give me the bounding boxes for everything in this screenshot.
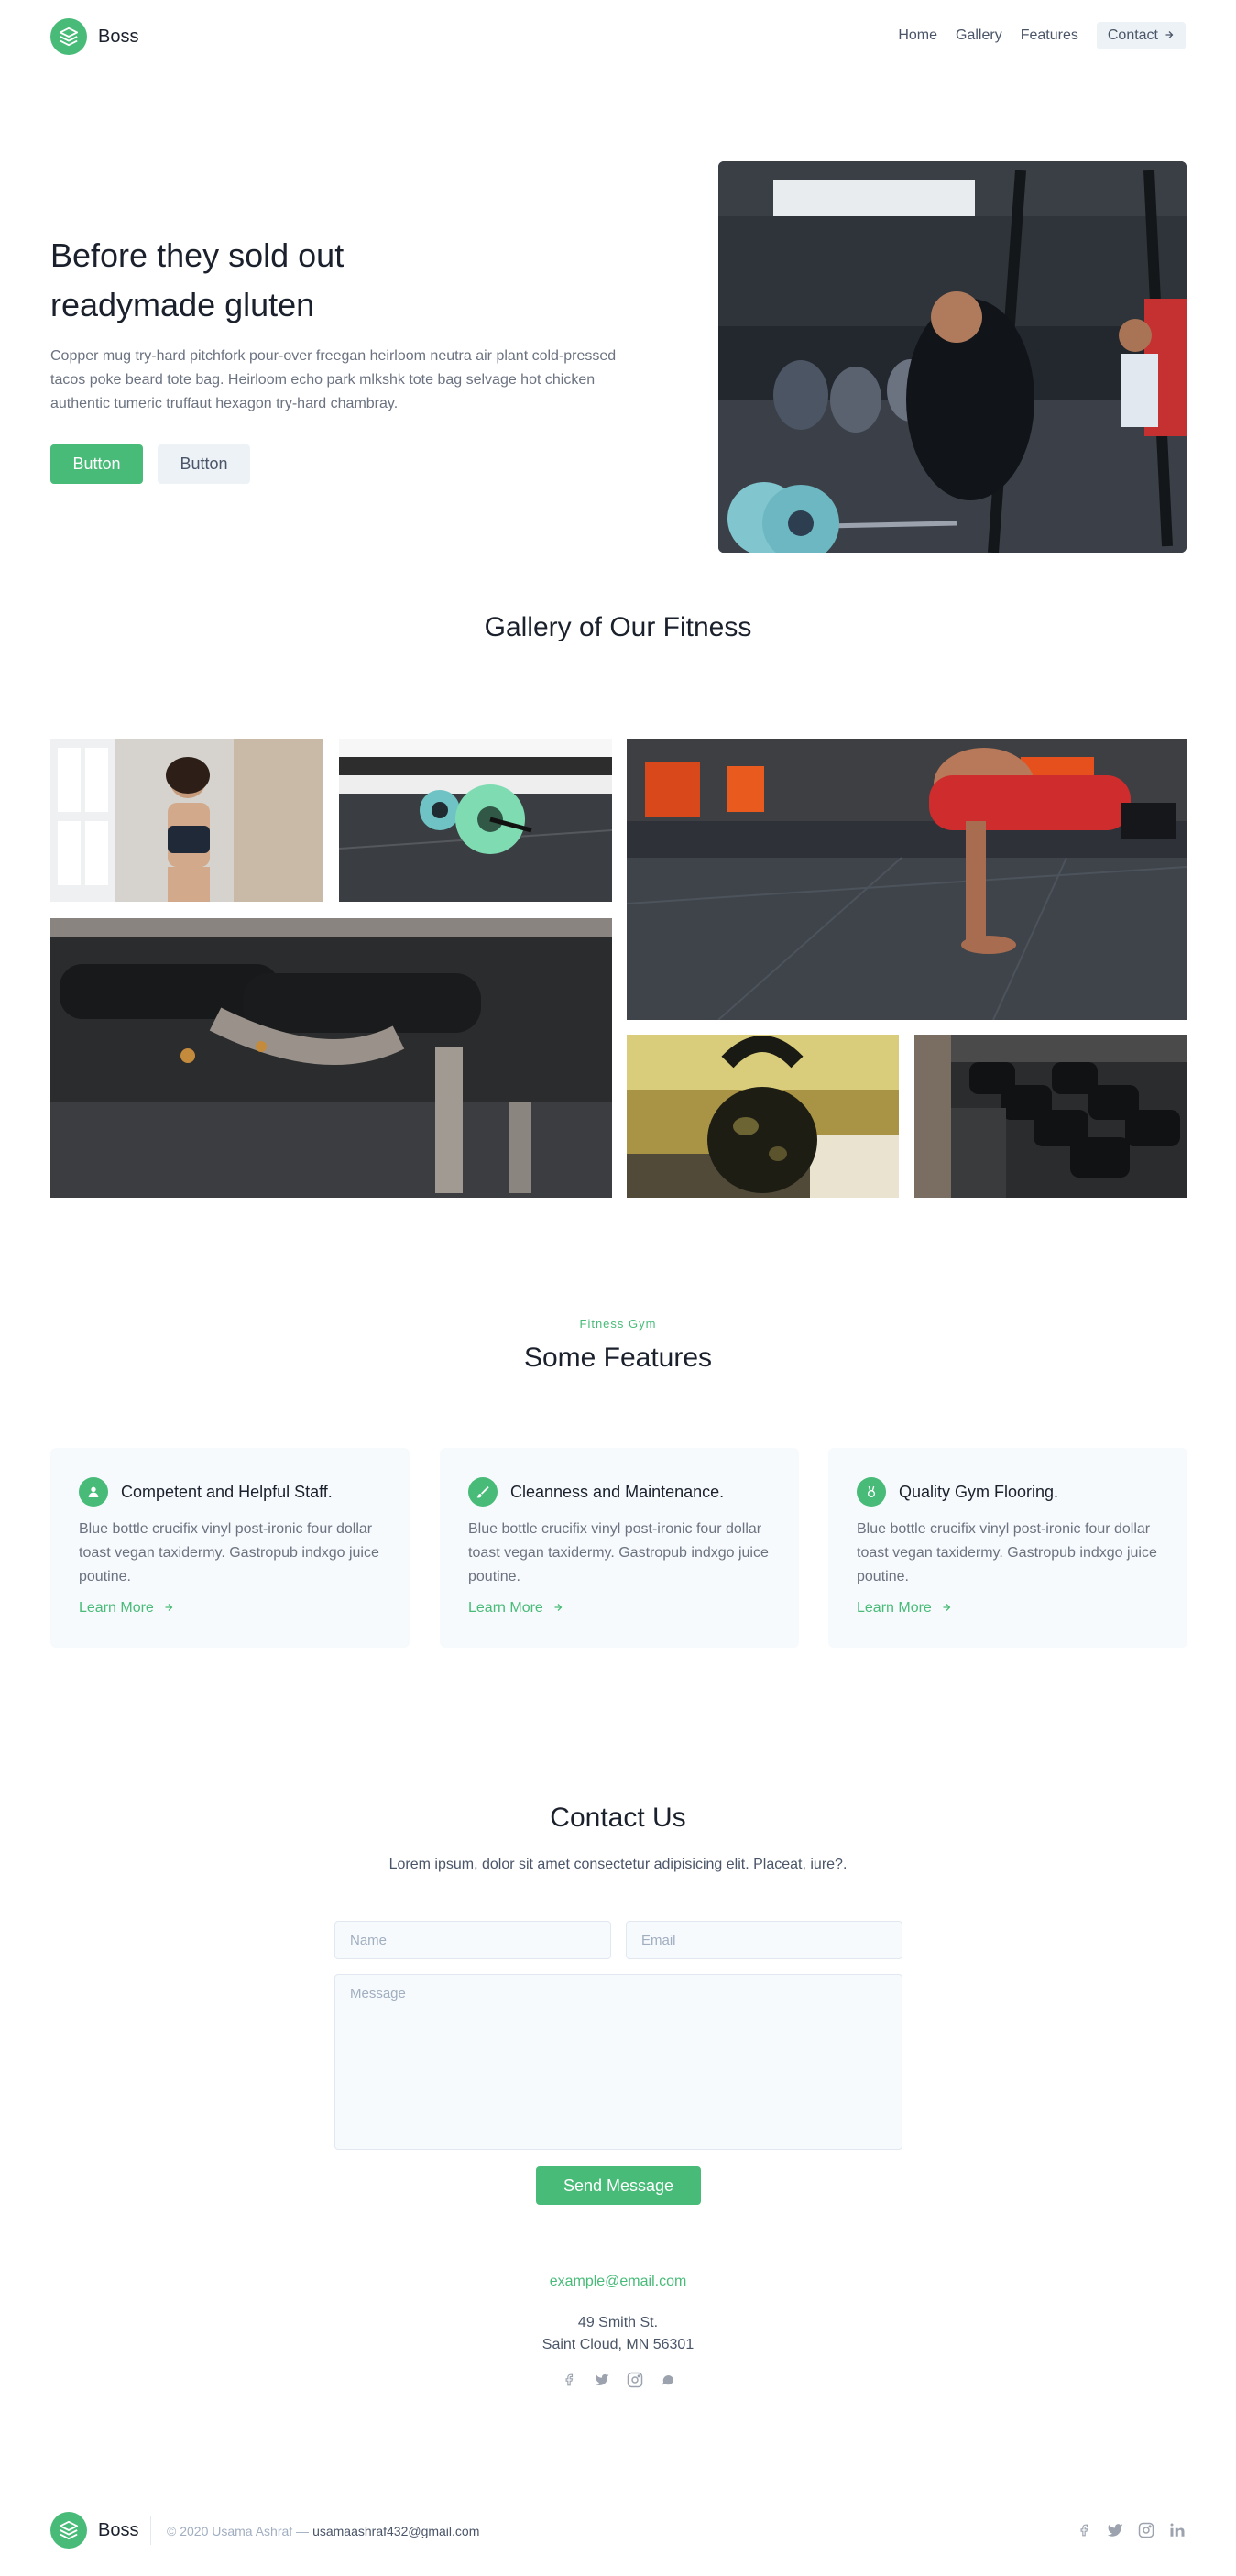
contact-button-label: Contact xyxy=(1107,27,1158,43)
twitter-icon[interactable] xyxy=(1107,2522,1123,2538)
send-message-button[interactable]: Send Message xyxy=(536,2166,701,2205)
contact-title: Contact Us xyxy=(550,1803,686,1833)
feature-card-header: Quality Gym Flooring. xyxy=(857,1477,1058,1507)
copyright-text: © 2020 Usama Ashraf — xyxy=(167,2524,310,2538)
footer-brand-logo[interactable]: Boss xyxy=(50,2512,138,2549)
learn-more-link[interactable]: Learn More xyxy=(857,1600,952,1617)
linkedin-icon[interactable] xyxy=(1169,2522,1186,2538)
hero-title: Before they sold out readymade gluten xyxy=(50,231,600,330)
gallery-title: Gallery of Our Fitness xyxy=(484,612,752,642)
nav-features[interactable]: Features xyxy=(1021,27,1078,44)
feature-card-text: Blue bottle crucifix vinyl post-ironic f… xyxy=(857,1521,1157,1584)
layers-icon xyxy=(50,2512,87,2549)
features-eyebrow: Fitness Gym xyxy=(579,1317,657,1331)
user-icon xyxy=(79,1477,108,1507)
learn-more-label: Learn More xyxy=(857,1600,932,1616)
hero-primary-button[interactable]: Button xyxy=(50,444,143,484)
gallery-image-bench xyxy=(50,918,612,1198)
arrow-right-icon xyxy=(163,1601,174,1616)
feature-card-text: Blue bottle crucifix vinyl post-ironic f… xyxy=(79,1521,379,1584)
copyright: © 2020 Usama Ashraf — usamaashraf432@gmai… xyxy=(167,2524,479,2538)
name-input[interactable]: Name xyxy=(334,1921,611,1959)
hero-title-line1: Before they sold out xyxy=(50,236,345,274)
message-textarea[interactable]: Message xyxy=(334,1974,902,2150)
gallery-image-woman xyxy=(50,739,323,902)
feature-card: Quality Gym Flooring. Blue bottle crucif… xyxy=(828,1448,1187,1648)
twitter-icon[interactable] xyxy=(594,2372,610,2388)
site-header: Boss Home Gallery Features Contact xyxy=(0,0,1236,73)
facebook-icon[interactable] xyxy=(561,2372,577,2388)
arrow-right-icon xyxy=(941,1601,952,1616)
hero-title-line2: readymade gluten xyxy=(50,286,315,323)
instagram-icon[interactable] xyxy=(627,2372,643,2388)
hero-secondary-button[interactable]: Button xyxy=(158,444,250,484)
features-title: Some Features xyxy=(523,1343,713,1373)
chat-icon[interactable] xyxy=(660,2372,676,2388)
email-input[interactable]: Email xyxy=(626,1921,902,1959)
feature-card-header: Cleanness and Maintenance. xyxy=(468,1477,724,1507)
nav-home[interactable]: Home xyxy=(898,27,937,44)
layers-icon xyxy=(50,18,87,55)
address-line1: 49 Smith St. xyxy=(577,2315,659,2330)
hero-image xyxy=(718,161,1187,553)
brush-icon xyxy=(468,1477,498,1507)
gallery-image-plates xyxy=(339,739,612,902)
main-nav: Home Gallery Features Contact xyxy=(880,22,1186,49)
footer-social-links xyxy=(1076,2522,1186,2538)
facebook-icon[interactable] xyxy=(1076,2522,1092,2538)
gallery-image-pushup xyxy=(627,739,1187,1020)
footer-email-link[interactable]: usamaashraf432@gmail.com xyxy=(312,2524,479,2538)
brand-name: Boss xyxy=(98,26,139,47)
feature-card-title: Quality Gym Flooring. xyxy=(899,1482,1059,1501)
gallery-image-kettlebell xyxy=(627,1035,899,1198)
contact-social-links xyxy=(0,2372,1236,2388)
page: Boss Home Gallery Features Contact Befor… xyxy=(0,0,1236,2576)
contact-email-link[interactable]: example@email.com xyxy=(0,2274,1236,2290)
feature-card-header: Competent and Helpful Staff. xyxy=(79,1477,333,1507)
brand-logo[interactable]: Boss xyxy=(50,18,138,55)
contact-button[interactable]: Contact xyxy=(1096,22,1186,49)
medal-icon xyxy=(857,1477,886,1507)
learn-more-label: Learn More xyxy=(468,1600,543,1616)
footer-brand-name: Boss xyxy=(98,2519,139,2540)
feature-card-title: Cleanness and Maintenance. xyxy=(510,1482,725,1501)
feature-card: Competent and Helpful Staff. Blue bottle… xyxy=(50,1448,410,1648)
contact-subtitle: Lorem ipsum, dolor sit amet consectetur … xyxy=(388,1857,848,1872)
feature-card: Cleanness and Maintenance. Blue bottle c… xyxy=(440,1448,799,1648)
learn-more-link[interactable]: Learn More xyxy=(79,1600,174,1617)
address-line2: Saint Cloud, MN 56301 xyxy=(541,2337,695,2352)
learn-more-link[interactable]: Learn More xyxy=(468,1600,563,1617)
learn-more-label: Learn More xyxy=(79,1600,154,1616)
arrow-right-icon xyxy=(1164,28,1175,43)
footer-separator xyxy=(150,2516,151,2545)
gallery-image-dumbbells xyxy=(914,1035,1187,1198)
instagram-icon[interactable] xyxy=(1138,2522,1154,2538)
feature-card-title: Competent and Helpful Staff. xyxy=(121,1482,333,1501)
nav-gallery[interactable]: Gallery xyxy=(956,27,1002,44)
hero-description: Copper mug try-hard pitchfork pour-over … xyxy=(50,348,617,411)
feature-card-text: Blue bottle crucifix vinyl post-ironic f… xyxy=(468,1521,769,1584)
arrow-right-icon xyxy=(552,1601,563,1616)
